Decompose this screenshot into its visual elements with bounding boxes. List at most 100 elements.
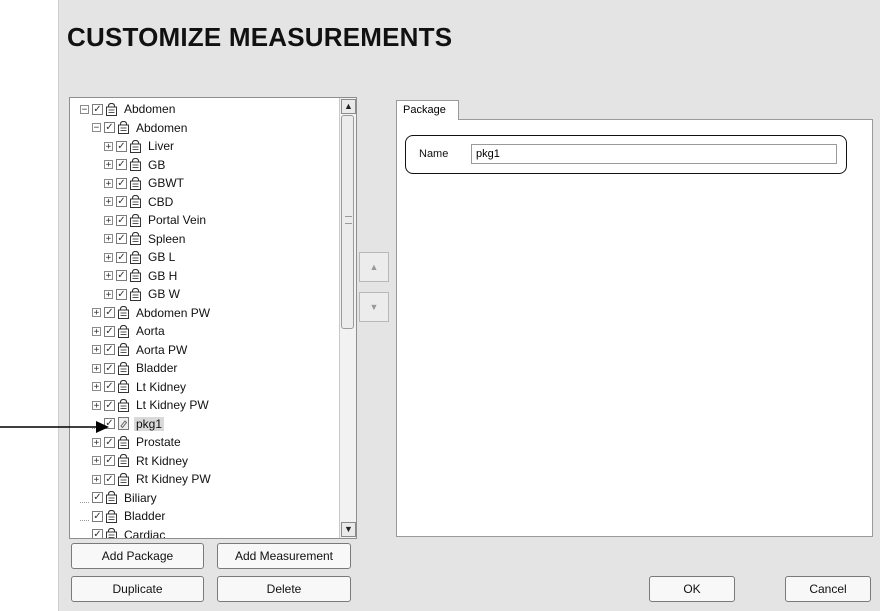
expand-icon[interactable]: + bbox=[92, 382, 101, 392]
collapse-icon[interactable]: − bbox=[92, 123, 101, 133]
tree-item[interactable]: + ✓ CBD bbox=[104, 193, 175, 211]
scroll-up-button[interactable]: ▲ bbox=[341, 99, 356, 114]
tree-item-label: pkg1 bbox=[134, 416, 165, 431]
expand-icon[interactable]: + bbox=[104, 234, 113, 244]
tree-item-label: GB bbox=[148, 157, 166, 172]
tree-item-label: Prostate bbox=[136, 435, 181, 449]
tree-item-label: Rt Kidney PW bbox=[136, 472, 211, 486]
report-lock-icon bbox=[130, 268, 141, 282]
tab-package[interactable]: Package bbox=[396, 100, 459, 120]
expand-icon[interactable]: + bbox=[104, 141, 113, 151]
tree-item-label: Abdomen bbox=[124, 102, 176, 116]
tree-item[interactable]: + ✓ Lt Kidney PW bbox=[92, 396, 211, 414]
tree-item[interactable]: − ✓ Abdomen bbox=[80, 100, 177, 118]
tree-item[interactable]: + ✓ GB W bbox=[104, 285, 182, 303]
tree-item-label: Liver bbox=[148, 139, 175, 153]
tree-item[interactable]: + ✓ Bladder bbox=[92, 359, 179, 377]
report-lock-icon bbox=[130, 176, 141, 190]
package-panel bbox=[396, 119, 873, 537]
add-package-button[interactable]: Add Package bbox=[71, 543, 204, 569]
expand-icon[interactable]: + bbox=[104, 289, 113, 299]
tree-checkbox[interactable]: ✓ bbox=[116, 159, 127, 170]
tree-checkbox[interactable]: ✓ bbox=[104, 381, 115, 392]
tree-item[interactable]: − ✓ Abdomen bbox=[92, 119, 189, 137]
tree-checkbox[interactable]: ✓ bbox=[116, 288, 127, 300]
tree-item[interactable]: + ✓ Rt Kidney PW bbox=[92, 470, 213, 488]
tree-item[interactable]: + ✓ Spleen bbox=[104, 230, 187, 248]
package-name-input[interactable] bbox=[471, 144, 837, 164]
tree-checkbox[interactable]: ✓ bbox=[116, 196, 127, 207]
tree-checkbox[interactable]: ✓ bbox=[116, 140, 127, 152]
ok-button[interactable]: OK bbox=[649, 576, 735, 602]
scroll-thumb[interactable] bbox=[341, 115, 354, 329]
tree-checkbox[interactable]: ✓ bbox=[104, 473, 115, 485]
tree-item-label: Spleen bbox=[148, 231, 186, 246]
tree-item[interactable]: + ✓ GBWT bbox=[104, 174, 186, 192]
tree-checkbox[interactable]: ✓ bbox=[116, 233, 127, 244]
expand-icon[interactable]: + bbox=[92, 400, 101, 410]
tree-checkbox[interactable]: ✓ bbox=[116, 177, 127, 189]
tree-checkbox[interactable]: ✓ bbox=[104, 436, 115, 448]
tree-checkbox[interactable]: ✓ bbox=[92, 510, 103, 522]
measurement-tree[interactable]: − ✓ Abdomen − ✓ Abdomen + ✓ Liver + ✓ GB + ✓ GBWT + ✓ CBD… bbox=[69, 97, 357, 539]
tree-checkbox[interactable]: ✓ bbox=[104, 325, 115, 337]
report-lock-icon bbox=[118, 472, 129, 486]
tree-scrollbar[interactable]: ▲ ▼ bbox=[339, 98, 356, 538]
tree-item[interactable]: + ✓ Prostate bbox=[92, 433, 183, 451]
add-measurement-button[interactable]: Add Measurement bbox=[217, 543, 351, 569]
expand-icon[interactable]: + bbox=[92, 456, 101, 466]
expand-icon[interactable]: + bbox=[92, 474, 101, 484]
expand-icon[interactable]: + bbox=[104, 178, 113, 188]
tree-checkbox[interactable]: ✓ bbox=[116, 251, 127, 263]
tree-checkbox[interactable]: ✓ bbox=[92, 492, 103, 503]
cancel-button[interactable]: Cancel bbox=[785, 576, 871, 602]
tree-checkbox[interactable]: ✓ bbox=[104, 344, 115, 355]
report-lock-icon bbox=[106, 490, 117, 504]
tree-item[interactable]: + ✓ Abdomen PW bbox=[92, 304, 212, 322]
tree-checkbox[interactable]: ✓ bbox=[104, 307, 115, 318]
tree-checkbox[interactable]: ✓ bbox=[116, 214, 127, 226]
tree-item[interactable]: + ✓ GB L bbox=[104, 248, 177, 266]
tree-item[interactable]: + ✓ GB bbox=[104, 156, 167, 174]
duplicate-button[interactable]: Duplicate bbox=[71, 576, 204, 602]
delete-button[interactable]: Delete bbox=[217, 576, 351, 602]
expand-icon[interactable]: + bbox=[92, 326, 101, 336]
tree-item[interactable]: + ✓ Aorta bbox=[92, 322, 167, 340]
tree-checkbox[interactable]: ✓ bbox=[104, 122, 115, 133]
expand-icon[interactable]: + bbox=[104, 215, 113, 225]
customize-measurements-window: CUSTOMIZE MEASUREMENTS − ✓ Abdomen − ✓ Abdome… bbox=[58, 0, 880, 611]
tree-item[interactable]: + ✓ Rt Kidney bbox=[92, 452, 190, 470]
tree-item[interactable]: ✓ Cardiac bbox=[80, 526, 167, 538]
expand-icon[interactable]: + bbox=[104, 252, 113, 262]
tree-item-label: Bladder bbox=[124, 509, 166, 523]
expand-icon[interactable]: + bbox=[92, 437, 101, 447]
expand-icon[interactable]: + bbox=[92, 363, 101, 373]
tree-connector bbox=[80, 511, 89, 521]
move-down-button[interactable]: ▼ bbox=[359, 292, 389, 322]
tree-item[interactable]: + ✓ Aorta PW bbox=[92, 341, 189, 359]
tree-checkbox[interactable]: ✓ bbox=[104, 455, 115, 466]
tree-item[interactable]: ✓ Bladder bbox=[80, 507, 167, 525]
page-title: CUSTOMIZE MEASUREMENTS bbox=[67, 22, 453, 52]
tree-item[interactable]: ✓ Biliary bbox=[80, 489, 159, 507]
tree-checkbox[interactable]: ✓ bbox=[92, 529, 103, 538]
tree-item[interactable]: + ✓ Portal Vein bbox=[104, 211, 208, 229]
tree-checkbox[interactable]: ✓ bbox=[92, 103, 103, 115]
expand-icon[interactable]: + bbox=[104, 160, 113, 170]
tree-item[interactable]: + ✓ Liver bbox=[104, 137, 176, 155]
expand-icon[interactable]: + bbox=[92, 345, 101, 355]
expand-icon[interactable]: + bbox=[92, 308, 101, 318]
expand-icon[interactable]: + bbox=[104, 197, 113, 207]
tree-checkbox[interactable]: ✓ bbox=[116, 270, 127, 281]
scroll-down-button[interactable]: ▼ bbox=[341, 522, 356, 537]
move-up-button[interactable]: ▲ bbox=[359, 252, 389, 282]
tree-item[interactable]: + ✓ Lt Kidney bbox=[92, 378, 188, 396]
report-lock-icon bbox=[106, 509, 117, 523]
report-lock-icon bbox=[130, 231, 141, 245]
tree-item[interactable]: + ✓ GB H bbox=[104, 267, 179, 285]
tree-checkbox[interactable]: ✓ bbox=[104, 362, 115, 374]
collapse-icon[interactable]: − bbox=[80, 104, 89, 114]
expand-icon[interactable]: + bbox=[104, 271, 113, 281]
tree-checkbox[interactable]: ✓ bbox=[104, 399, 115, 411]
tree-connector bbox=[80, 493, 89, 503]
